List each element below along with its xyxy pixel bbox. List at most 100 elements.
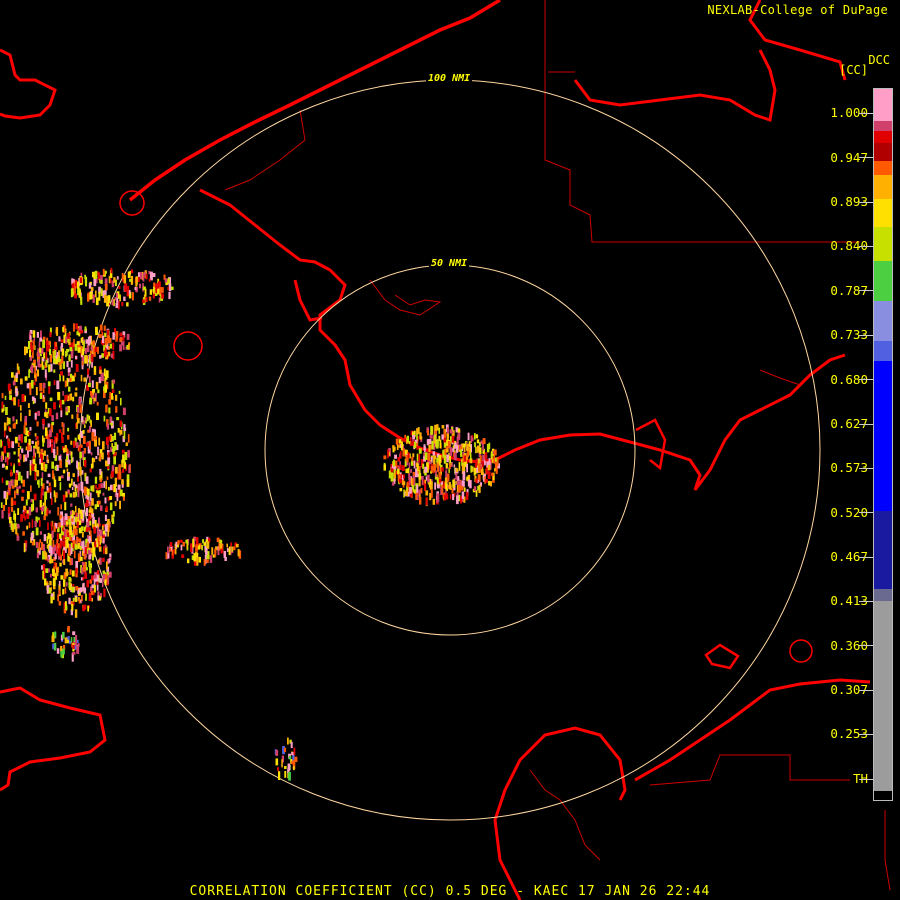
echo-pixel — [48, 340, 51, 346]
echo-pixel — [171, 550, 174, 556]
echo-pixel — [19, 453, 22, 460]
echo-pixel — [31, 519, 34, 528]
echo-pixel — [419, 496, 422, 505]
echo-pixel — [115, 394, 118, 401]
echo-pixel — [110, 267, 113, 274]
echo-pixel — [403, 474, 405, 479]
echo-pixel — [390, 468, 394, 473]
echo-pixel — [13, 397, 16, 406]
echo-pixel — [443, 455, 447, 464]
echo-pixel — [72, 396, 75, 402]
echo-pixel — [53, 369, 56, 373]
echo-pixel — [11, 485, 15, 489]
echo-pixel — [105, 436, 109, 446]
echo-pixel — [18, 462, 21, 466]
echo-pixel — [48, 482, 51, 487]
echo-pixel — [97, 346, 99, 354]
echo-pixel — [421, 476, 424, 486]
echo-pixel — [470, 465, 473, 473]
echo-pixel — [70, 288, 73, 298]
echo-pixel — [64, 587, 67, 594]
echo-pixel — [430, 489, 433, 498]
echo-pixel — [99, 578, 103, 583]
echo-pixel — [394, 454, 397, 459]
echo-pixel — [118, 286, 121, 289]
echo-pixel — [97, 595, 100, 601]
echo-pixel — [75, 364, 79, 372]
echo-pixel — [60, 556, 62, 560]
echo-pixel — [47, 423, 50, 428]
echo-pixel — [54, 465, 57, 471]
echo-pixel — [277, 767, 279, 771]
echo-pixel — [70, 360, 73, 368]
echo-pixel — [64, 395, 67, 402]
echo-pixel — [410, 460, 414, 466]
echo-pixel — [67, 532, 70, 538]
echo-pixel — [44, 464, 48, 469]
echo-pixel — [103, 415, 106, 422]
echo-pixel — [78, 289, 81, 298]
echo-pixel — [100, 529, 103, 538]
echo-pixel — [43, 534, 47, 542]
boundary-bay-islands — [369, 279, 442, 316]
echo-pixel — [475, 446, 477, 454]
echo-pixel — [13, 422, 16, 429]
echo-pixel — [113, 484, 116, 493]
echo-pixel — [488, 480, 491, 486]
echo-pixel — [438, 427, 440, 434]
echo-pixel — [415, 474, 418, 478]
echo-pixel — [457, 484, 461, 493]
echo-pixel — [155, 283, 157, 291]
echo-pixel — [33, 493, 37, 501]
echo-pixel — [50, 521, 53, 527]
echo-pixel — [487, 464, 491, 471]
echo-pixel — [88, 415, 91, 420]
echo-pixel — [73, 481, 75, 487]
echo-pixel — [157, 288, 160, 295]
echo-pixel — [88, 382, 91, 388]
echo-pixel — [73, 540, 76, 544]
echo-pixel — [24, 415, 28, 422]
echo-pixel — [58, 455, 62, 461]
echo-pixel — [51, 421, 55, 426]
echo-pixel — [450, 484, 452, 490]
echo-pixel — [449, 429, 453, 434]
echo-pixel — [71, 487, 74, 491]
echo-pixel — [153, 286, 155, 294]
echo-pixel — [487, 471, 491, 479]
echo-pixel — [68, 640, 71, 644]
echo-pixel — [95, 484, 97, 489]
echo-pixel — [293, 766, 295, 771]
echo-pixel — [491, 472, 494, 477]
echo-pixel — [20, 434, 23, 443]
echo-pixel — [91, 380, 94, 388]
echo-pixel — [468, 441, 471, 448]
echo-pixel — [123, 430, 126, 440]
echo-pixel — [15, 419, 18, 425]
echo-pixel — [76, 512, 78, 517]
echo-pixel — [60, 575, 64, 580]
legend-tick — [859, 468, 873, 469]
echo-pixel — [9, 517, 12, 524]
echo-pixel — [89, 426, 92, 433]
echo-pixel — [25, 454, 28, 458]
scale-seg — [874, 199, 892, 227]
echo-pixel — [51, 461, 54, 469]
echo-pixel — [53, 647, 57, 651]
echo-pixel — [491, 457, 494, 461]
echo-pixel — [61, 532, 64, 536]
echo-pixel — [17, 508, 20, 515]
echo-pixel — [65, 406, 68, 412]
echo-pixel — [122, 335, 125, 341]
echo-pixel — [477, 485, 480, 491]
echo-pixel — [34, 433, 37, 437]
echo-pixel — [64, 380, 67, 388]
echo-pixel — [115, 406, 118, 413]
echo-pixel — [479, 447, 482, 454]
echo-pixel — [416, 494, 419, 501]
echo-pixel — [15, 472, 18, 480]
echo-pixel — [69, 347, 73, 352]
echo-pixel — [60, 343, 64, 348]
echo-pixel — [463, 443, 466, 448]
echo-pixel — [35, 541, 38, 548]
